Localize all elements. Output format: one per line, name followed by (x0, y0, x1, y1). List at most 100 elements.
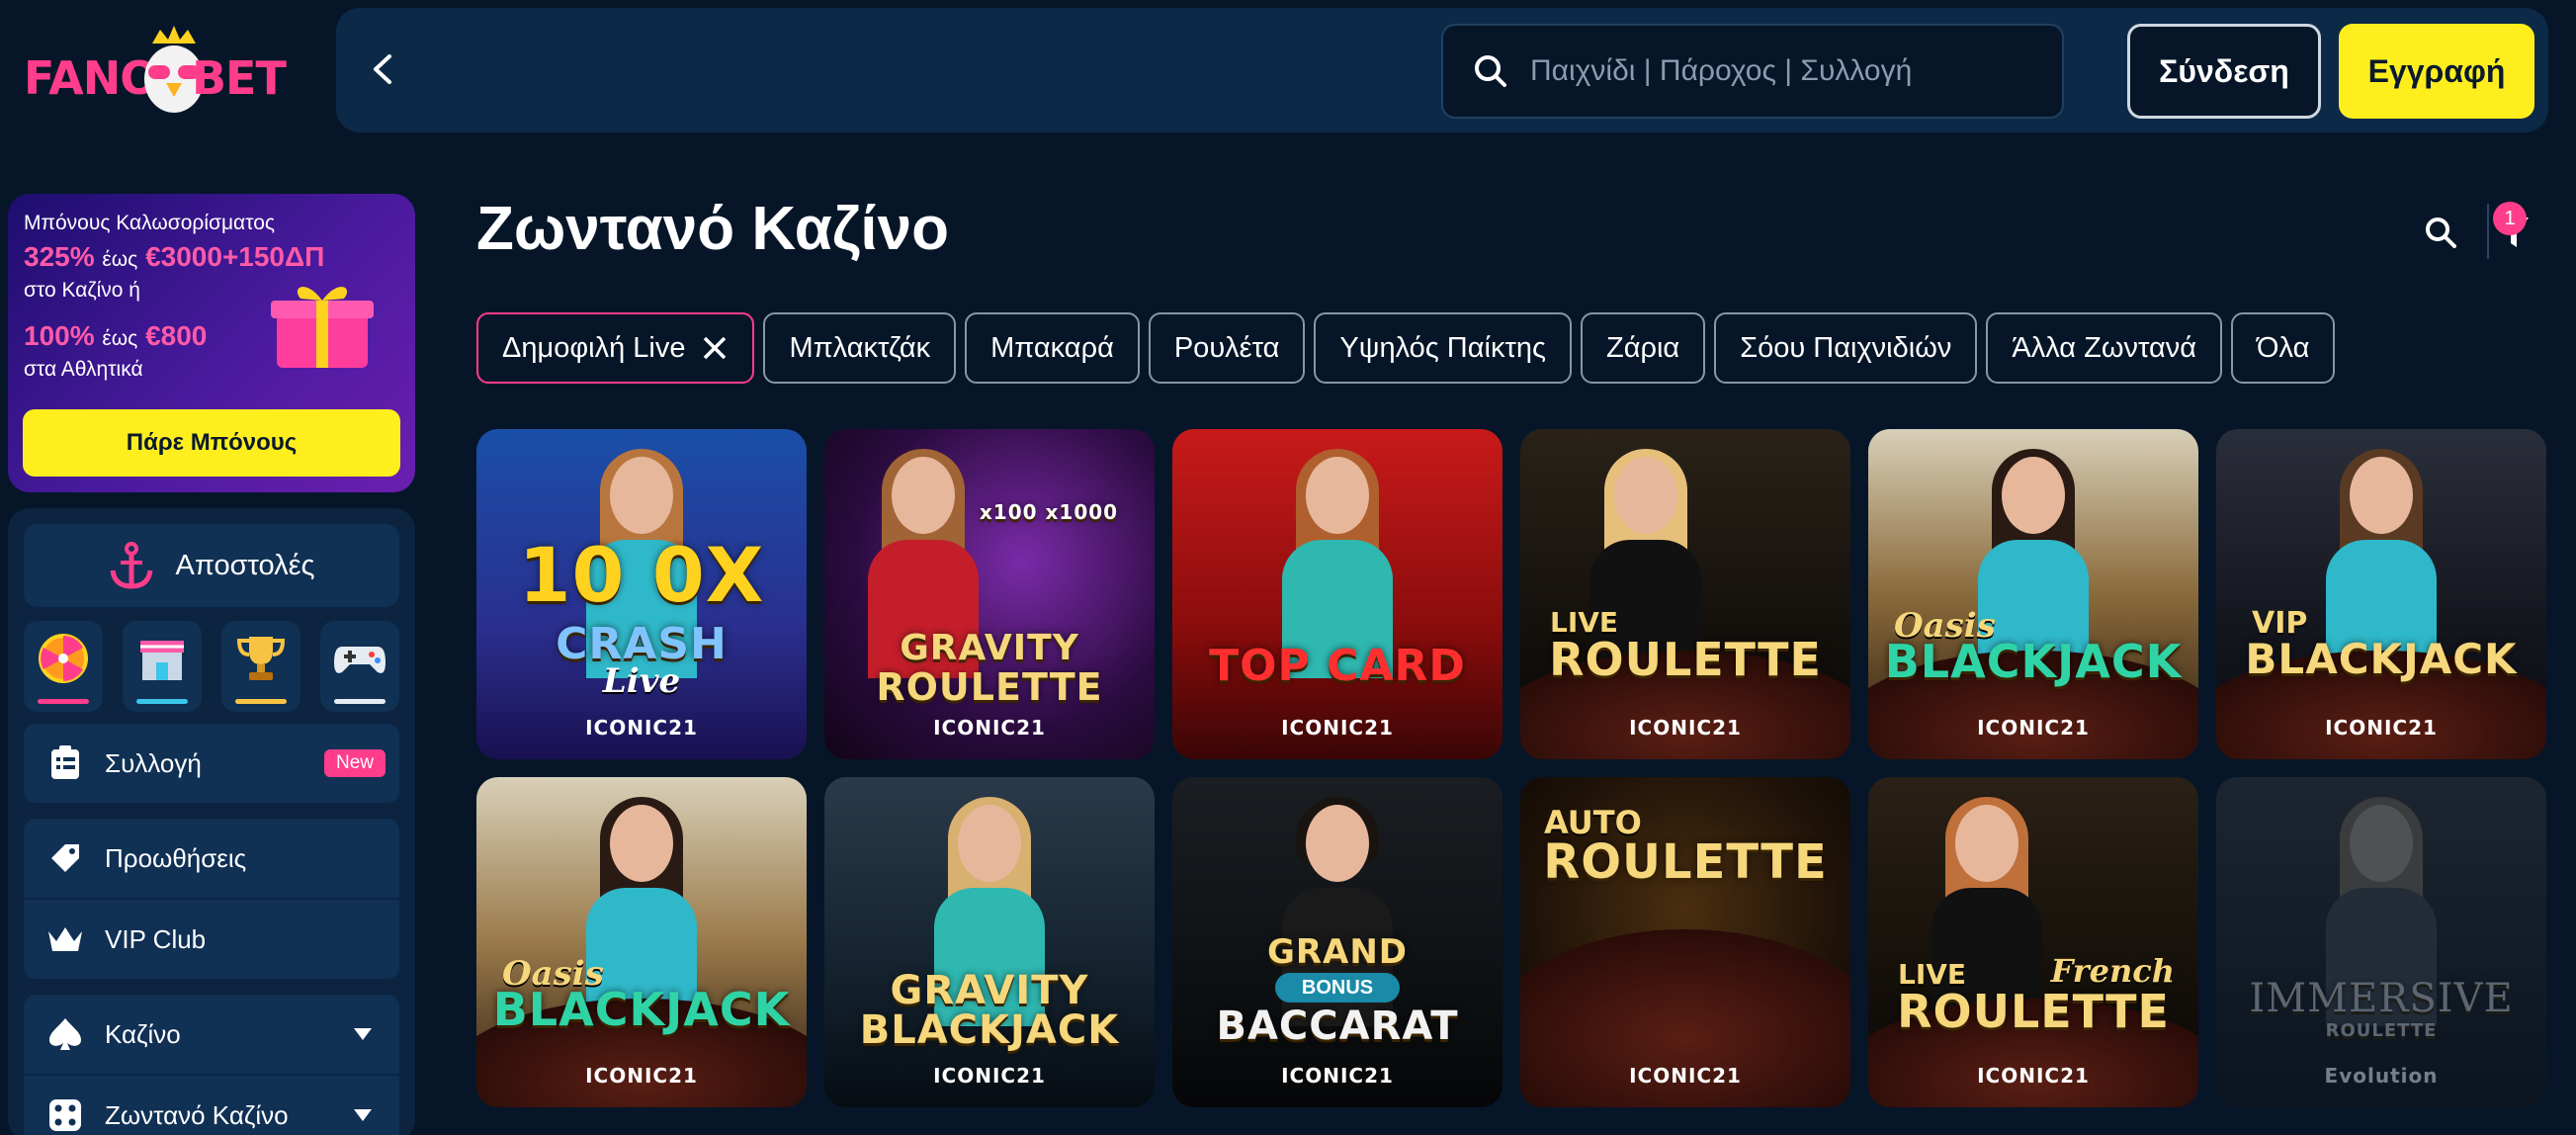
gift-box-icon (271, 287, 374, 368)
game-title: GRAVITY (890, 968, 1089, 1013)
back-button[interactable] (356, 42, 411, 97)
chip-other-live[interactable]: Άλλα Ζωντανά (1986, 312, 2223, 384)
game-title: IMMERSIVE (2249, 976, 2514, 1021)
tile-wheel-indicator (38, 699, 89, 704)
provider-logo: ICONIC21 (2325, 716, 2438, 740)
game-card-immersive-roulette[interactable]: IMMERSIVE ROULETTE Evolution (2216, 777, 2546, 1107)
welcome-bonus-card: Μπόνους Καλωσορίσματος 325% έως €3000+15… (8, 194, 415, 492)
page-title: Ζωντανό Καζίνο (476, 195, 949, 263)
game-title: ROULETTE (1543, 834, 1828, 890)
sidebar-item-collection[interactable]: Συλλογή New (24, 724, 399, 803)
game-grid: 10 0X CRASH Live ICONIC21 x100 x1000 GRA… (476, 429, 2552, 1107)
tile-trophy[interactable] (221, 621, 301, 712)
game-card-live-roulette[interactable]: LIVE ROULETTE ICONIC21 (1520, 429, 1850, 759)
game-card-oasis-blackjack[interactable]: Oasis BLACKJACK ICONIC21 (1868, 429, 2198, 759)
provider-logo: ICONIC21 (933, 1064, 1046, 1088)
shop-icon (140, 641, 184, 680)
chevron-left-icon (374, 54, 391, 84)
provider-logo: ICONIC21 (585, 716, 698, 740)
game-card-gravity-roulette[interactable]: x100 x1000 GRAVITY ROULETTE ICONIC21 (824, 429, 1155, 759)
game-title: BLACKJACK (2245, 635, 2518, 683)
game-card-oasis-blackjack-2[interactable]: Oasis BLACKJACK ICONIC21 (476, 777, 807, 1107)
game-card-vip-blackjack[interactable]: VIP BLACKJACK ICONIC21 (2216, 429, 2546, 759)
game-title-line2: BLACKJACK (859, 1007, 1120, 1053)
sports-bonus-caption: στα Αθλητικά (24, 358, 143, 381)
bonus-badge: BONUS (1275, 973, 1400, 1003)
game-top-text: GRAND (1266, 932, 1409, 972)
live-casino-search-button[interactable] (2424, 216, 2457, 254)
sidebar-item-promotions[interactable]: Προωθήσεις (24, 819, 399, 898)
provider-logo: ICONIC21 (1281, 716, 1394, 740)
login-button[interactable]: Σύνδεση (2127, 24, 2321, 119)
top-bar: Σύνδεση Εγγραφή (336, 8, 2548, 132)
game-card-auto-roulette[interactable]: AUTO ROULETTE ICONIC21 (1520, 777, 1850, 1107)
game-card-crash-live[interactable]: 10 0X CRASH Live ICONIC21 (476, 429, 807, 759)
missions-label: Αποστολές (175, 549, 315, 581)
wheel-icon (39, 634, 88, 683)
sidebar-item-label: Καζίνο (105, 1018, 181, 1049)
chip-popular-live[interactable]: Δημοφιλή Live (476, 312, 755, 384)
chip-dice[interactable]: Ζάρια (1581, 312, 1706, 384)
register-button[interactable]: Εγγραφή (2339, 24, 2534, 119)
casino-bonus-line: 325% έως €3000+150ΔΠ (24, 241, 324, 273)
game-title: GRAVITY (900, 628, 1079, 668)
game-title: BLACKJACK (492, 983, 791, 1036)
chip-all[interactable]: Όλα (2231, 312, 2336, 384)
provider-logo: ICONIC21 (1629, 716, 1742, 740)
crown-icon (45, 919, 85, 959)
chip-high-roller[interactable]: Υψηλός Παίκτης (1314, 312, 1573, 384)
sidebar-item-label: VIP Club (105, 923, 207, 954)
tile-shop[interactable] (123, 621, 202, 712)
sidebar-item-vip-club[interactable]: VIP Club (24, 900, 399, 979)
search-input[interactable] (1530, 54, 2024, 88)
fanobet-logo[interactable]: FANO BET (24, 22, 291, 121)
provider-logo: Evolution (2324, 1064, 2439, 1088)
checklist-icon (45, 743, 85, 783)
dice-icon (45, 1095, 85, 1135)
game-card-live-french-roulette[interactable]: LIVE French ROULETTE ICONIC21 (1868, 777, 2198, 1107)
dealer-image (2322, 797, 2441, 1026)
game-top-text: x100 x1000 (979, 500, 1119, 524)
header-divider (2487, 204, 2489, 259)
missions-button[interactable]: Αποστολές (24, 524, 399, 607)
chip-baccarat[interactable]: Μπακαρά (965, 312, 1140, 384)
game-subtitle: Live (602, 661, 681, 701)
chip-roulette[interactable]: Ρουλέτα (1148, 312, 1306, 384)
chip-label: Δημοφιλή Live (502, 331, 686, 364)
game-title: TOP CARD (1209, 641, 1466, 691)
casino-bonus-amount: €3000+150ΔΠ (145, 241, 325, 272)
chip-blackjack[interactable]: Μπλακτζάκ (763, 312, 957, 384)
tile-trophy-indicator (235, 699, 287, 704)
game-top-text: 10 0X (518, 531, 765, 619)
tile-wheel[interactable] (24, 621, 103, 712)
sidebar-item-live-casino[interactable]: Ζωντανό Καζίνο (24, 1076, 399, 1135)
anchor-icon (110, 542, 152, 589)
get-bonus-button[interactable]: Πάρε Μπόνους (23, 409, 400, 477)
provider-logo: ICONIC21 (1629, 1064, 1742, 1088)
sports-bonus-percent: 100% (24, 320, 95, 351)
promo-heading: Μπόνους Καλωσορίσματος (24, 212, 275, 234)
provider-logo: ICONIC21 (1977, 716, 2090, 740)
tile-games[interactable] (320, 621, 399, 712)
game-card-grand-bonus-baccarat[interactable]: GRAND BONUS BACCARAT ICONIC21 (1172, 777, 1503, 1107)
chevron-down-icon (354, 1028, 372, 1040)
chip-game-shows[interactable]: Σόου Παιχνιδιών (1714, 312, 1978, 384)
close-icon[interactable] (701, 334, 729, 362)
game-title: ROULETTE (1549, 633, 1822, 686)
game-title-line2: ROULETTE (2325, 1020, 2438, 1041)
provider-logo: ICONIC21 (1977, 1064, 2090, 1088)
trophy-icon (236, 637, 286, 680)
chevron-down-icon (354, 1109, 372, 1121)
sidebar-item-label: Ζωντανό Καζίνο (105, 1099, 289, 1130)
game-card-gravity-blackjack[interactable]: GRAVITY BLACKJACK ICONIC21 (824, 777, 1155, 1107)
quick-access-tiles (24, 621, 403, 712)
gamepad-icon (334, 647, 386, 673)
sidebar-item-casino[interactable]: Καζίνο (24, 995, 399, 1074)
sidebar-nav: Αποστολές Συλλογή New Προωθήσεις VIP Clu… (8, 508, 415, 1135)
game-title: BACCARAT (1216, 1004, 1459, 1049)
game-card-top-card[interactable]: TOP CARD ICONIC21 (1172, 429, 1503, 759)
game-search-box[interactable] (1441, 24, 2064, 119)
filter-count-badge: 1 (2493, 202, 2527, 235)
provider-logo: ICONIC21 (933, 716, 1046, 740)
sports-bonus-amount: €800 (145, 320, 208, 351)
